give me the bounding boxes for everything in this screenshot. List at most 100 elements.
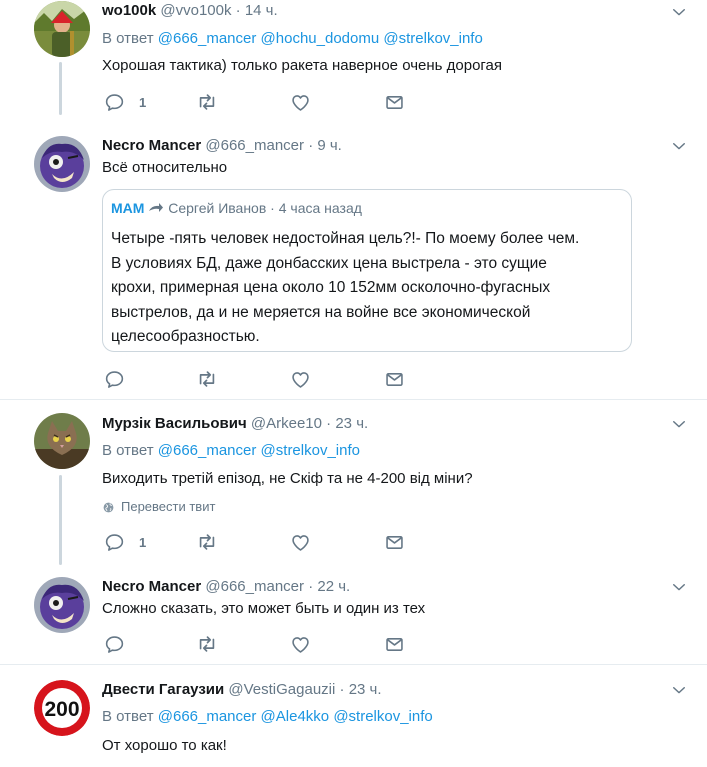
reply-prefix: В ответ (102, 30, 154, 47)
caret-down-icon[interactable] (670, 578, 688, 596)
avatar-dvesti-gagauzii[interactable]: 200 (34, 680, 90, 736)
mention-link[interactable]: @666_mancer (158, 708, 257, 725)
user-handle[interactable]: @Arkee10 (251, 415, 322, 432)
display-name[interactable]: wo100k (102, 2, 156, 19)
caret-down-icon[interactable] (670, 3, 688, 21)
avatar-image: 200 (34, 680, 90, 736)
avatar-text: 200 (44, 698, 79, 721)
tweet-divider (0, 664, 707, 665)
dm-button[interactable] (384, 633, 405, 655)
like-button[interactable] (290, 633, 311, 655)
reply-button[interactable] (104, 368, 125, 390)
tweet-text: Хорошая тактика) только ракета наверное … (102, 57, 503, 74)
separator-dot: · (326, 415, 332, 432)
retweet-icon (196, 633, 218, 655)
quote-source: MAM (111, 200, 145, 216)
user-handle[interactable]: @666_mancer (205, 137, 304, 154)
dm-icon (384, 92, 405, 113)
tweet-text: От хорошо то как! (102, 737, 227, 754)
quote-time: 4 часа назад (278, 200, 362, 216)
tweet-header: Necro Mancer @666_mancer · 22 ч. (102, 577, 350, 596)
quote-line: целесообразностью. (111, 328, 260, 345)
timestamp[interactable]: 23 ч. (349, 681, 382, 698)
quote-line: выстрелов, да и не меряется на войне все… (111, 303, 531, 321)
quoted-tweet-text: Четыре -пять человек недостойная цель?!-… (111, 227, 625, 350)
mention-link[interactable]: @strelkov_info (333, 708, 432, 725)
retweet-button[interactable] (196, 368, 218, 390)
like-button[interactable] (290, 531, 311, 553)
tweet-divider (0, 399, 707, 400)
display-name[interactable]: Мурзік Васильович (102, 415, 247, 432)
translate-tweet-link[interactable]: Перевести твит (102, 499, 215, 515)
quote-line: Четыре -пять человек недостойная цель?!-… (111, 230, 580, 247)
retweet-button[interactable] (196, 633, 218, 655)
tweet-text: Виходить третій епізод, не Скіф та не 4-… (102, 470, 473, 487)
reply-context: В ответ @666_mancer @hochu_dodomu @strel… (102, 29, 483, 48)
reply-button[interactable]: 1 (104, 91, 146, 113)
quoted-tweet-header: MAM Сергей Иванов · 4 часа назад (111, 199, 362, 217)
caret-down-icon[interactable] (670, 137, 688, 155)
timestamp[interactable]: 14 ч. (245, 2, 278, 19)
tweet-actions: 1 (104, 531, 424, 553)
user-handle[interactable]: @666_mancer (205, 578, 304, 595)
avatar-murzik[interactable] (34, 413, 90, 469)
display-name[interactable]: Двести Гагаузии (102, 681, 224, 698)
arrow-right-icon (149, 203, 164, 212)
reply-icon (104, 532, 125, 553)
tweet-header: Двести Гагаузии @VestiGagauzii · 23 ч. (102, 680, 382, 699)
dm-button[interactable] (384, 368, 405, 390)
separator-dot: · (308, 137, 314, 154)
mention-link[interactable]: @hochu_dodomu (261, 30, 380, 47)
reply-button[interactable] (104, 633, 125, 655)
separator-dot: · (339, 681, 345, 698)
like-button[interactable] (290, 91, 311, 113)
avatar-wo100k[interactable] (34, 1, 90, 57)
tweet-1[interactable]: wo100k @vvo100k · 14 ч. В ответ @666_man… (0, 0, 707, 125)
reply-prefix: В ответ (102, 708, 154, 725)
avatar-image (34, 136, 90, 192)
retweet-icon (196, 91, 218, 113)
tweet-text: Всё относительно (102, 159, 228, 176)
retweet-button[interactable] (196, 91, 218, 113)
reply-context: В ответ @666_mancer @Ale4kko @strelkov_i… (102, 707, 433, 726)
reply-icon (104, 634, 125, 655)
like-button[interactable] (290, 368, 311, 390)
mention-link[interactable]: @666_mancer (158, 442, 257, 459)
dm-icon (384, 369, 405, 390)
reply-count: 1 (139, 534, 147, 550)
like-icon (290, 634, 311, 655)
reply-button[interactable]: 1 (104, 531, 146, 553)
timestamp[interactable]: 9 ч. (317, 137, 342, 154)
user-handle[interactable]: @VestiGagauzii (228, 681, 335, 698)
avatar-necro-mancer[interactable] (34, 577, 90, 633)
avatar-image (34, 1, 90, 57)
display-name[interactable]: Necro Mancer (102, 578, 201, 595)
user-handle[interactable]: @vvo100k (160, 2, 231, 19)
translate-label: Перевести твит (121, 499, 216, 514)
timestamp[interactable]: 23 ч. (335, 415, 368, 432)
timestamp[interactable]: 22 ч. (317, 578, 350, 595)
avatar-necro-mancer[interactable] (34, 136, 90, 192)
reply-context: В ответ @666_mancer @strelkov_info (102, 441, 360, 460)
mention-link[interactable]: @strelkov_info (261, 442, 360, 459)
caret-down-icon[interactable] (670, 415, 688, 433)
separator-dot: · (308, 578, 314, 595)
display-name[interactable]: Necro Mancer (102, 137, 201, 154)
dm-button[interactable] (384, 531, 405, 553)
like-icon (290, 532, 311, 553)
caret-down-icon[interactable] (670, 681, 688, 699)
thread-connector (59, 62, 62, 115)
reply-icon (104, 369, 125, 390)
mention-link[interactable]: @Ale4kko (261, 708, 330, 725)
dm-icon (384, 634, 405, 655)
tweet-actions: 1 (104, 91, 424, 113)
avatar-image (34, 413, 90, 469)
retweet-button[interactable] (196, 531, 218, 553)
mention-link[interactable]: @666_mancer (158, 30, 257, 47)
dm-button[interactable] (384, 91, 405, 113)
quoted-tweet[interactable]: MAM Сергей Иванов · 4 часа назад Четыре … (102, 189, 632, 352)
mention-link[interactable]: @strelkov_info (383, 30, 482, 47)
tweet-header: wo100k @vvo100k · 14 ч. (102, 1, 278, 20)
avatar-image (34, 577, 90, 633)
tweet-header: Мурзік Васильович @Arkee10 · 23 ч. (102, 414, 368, 433)
